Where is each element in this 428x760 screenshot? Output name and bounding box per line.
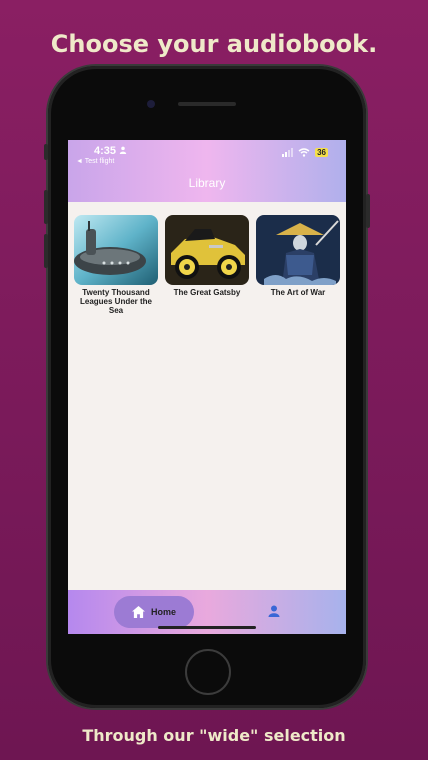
power-button [366, 194, 370, 228]
signal-icon [282, 148, 294, 157]
book-cover-warrior[interactable] [256, 215, 340, 285]
mute-switch [44, 144, 48, 160]
tab-profile[interactable] [268, 604, 280, 622]
promo-headline: Choose your audiobook. [50, 30, 378, 58]
back-to-app-link[interactable]: ◄ Test flight [76, 158, 114, 165]
book-title: The Great Gatsby [173, 288, 241, 297]
volume-up-button [44, 190, 48, 224]
book-item-art-of-war[interactable]: The Art of War [256, 215, 340, 297]
home-indicator [158, 626, 256, 629]
volume-down-button [44, 234, 48, 268]
tab-home-label: Home [150, 607, 176, 617]
phone-home-button [185, 649, 231, 695]
house-icon [132, 606, 145, 618]
wifi-icon [298, 148, 310, 157]
phone-frame: 4:35 ◄ Test flight 36 Library Twenty Tho… [44, 66, 370, 708]
book-cover-submarine[interactable] [74, 215, 158, 285]
battery-icon: 36 [315, 148, 328, 157]
book-item-twenty-thousand-leagues[interactable]: Twenty Thousand Leagues Under the Sea [74, 215, 158, 315]
promo-footline: Through our "wide" selection [82, 726, 346, 745]
book-title: Twenty Thousand Leagues Under the Sea [79, 288, 152, 315]
book-cover-car[interactable] [165, 215, 249, 285]
status-indicators: 36 [282, 148, 328, 157]
person-icon[interactable] [268, 605, 280, 617]
person-status-icon [119, 146, 127, 154]
tab-home[interactable]: Home [114, 596, 194, 628]
book-title: The Art of War [270, 288, 326, 297]
app-screen: 4:35 ◄ Test flight 36 Library Twenty Tho… [68, 140, 346, 634]
status-time-text: 4:35 [94, 145, 117, 157]
earpiece-speaker [178, 102, 236, 106]
bottom-tab-bar: Home [68, 590, 346, 634]
page-title: Library [188, 176, 226, 190]
front-camera [147, 100, 155, 108]
book-item-great-gatsby[interactable]: The Great Gatsby [165, 215, 249, 297]
status-time: 4:35 [94, 145, 127, 157]
app-header: 4:35 ◄ Test flight 36 Library [68, 140, 346, 202]
